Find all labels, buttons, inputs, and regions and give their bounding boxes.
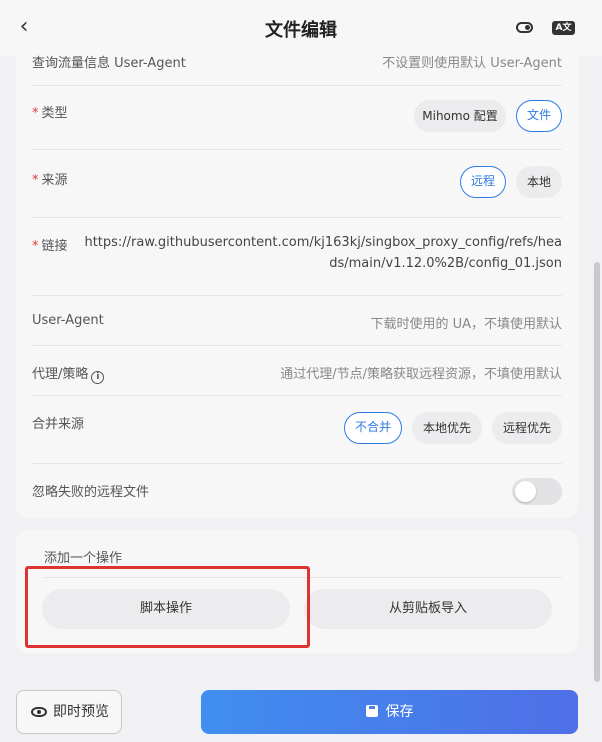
save-label: 保存	[385, 704, 414, 720]
top-bar: ‹ 文件编辑 A文	[0, 0, 602, 56]
source-option-remote[interactable]: 远程	[460, 166, 506, 198]
preview-button[interactable]: 即时预览	[16, 690, 122, 734]
scrollbar[interactable]	[594, 262, 600, 682]
eye-icon	[31, 707, 47, 717]
ignore-failed-switch[interactable]	[512, 478, 562, 505]
clipboard-import-button[interactable]: 从剪贴板导入	[304, 589, 552, 629]
query-ua-row[interactable]: 查询流量信息 User-Agent 不设置则使用默认 User-Agent	[32, 56, 562, 86]
toggle-icon[interactable]	[516, 22, 533, 33]
merge-row: 合并来源 不合并 本地优先 远程优先	[32, 396, 562, 464]
proxy-label: 代理/策略 i	[32, 363, 105, 384]
actions-title: 添加一个操作	[44, 551, 123, 566]
user-agent-label: User-Agent	[32, 313, 104, 328]
link-input[interactable]: https://raw.githubusercontent.com/kj163k…	[80, 232, 562, 274]
type-option-file[interactable]: 文件	[516, 100, 562, 132]
link-row[interactable]: * 链接 https://raw.githubusercontent.com/kj…	[32, 218, 562, 296]
proxy-input[interactable]: 通过代理/节点/策略获取远程资源，不填使用默认	[280, 363, 562, 382]
save-icon	[365, 705, 378, 717]
merge-option-none[interactable]: 不合并	[344, 412, 402, 444]
ignore-failed-row: 忽略失败的远程文件	[32, 464, 562, 518]
proxy-label-text: 代理/策略	[32, 367, 89, 382]
page-title: 文件编辑	[265, 20, 337, 41]
type-row: * 类型 Mihomo 配置 文件	[32, 86, 562, 150]
link-label-text: 链接	[41, 239, 68, 254]
preview-label: 即时预览	[53, 704, 109, 720]
query-ua-value[interactable]: 不设置则使用默认 User-Agent	[382, 52, 562, 71]
source-option-local[interactable]: 本地	[516, 166, 562, 198]
merge-option-remote-first[interactable]: 远程优先	[492, 412, 562, 444]
save-button[interactable]: 保存	[201, 690, 578, 734]
proxy-row[interactable]: 代理/策略 i 通过代理/节点/策略获取远程资源，不填使用默认	[32, 346, 562, 396]
type-label: * 类型	[32, 102, 68, 121]
highlight-box	[25, 566, 310, 648]
form-card: 查询流量信息 User-Agent 不设置则使用默认 User-Agent * 类…	[16, 56, 578, 518]
merge-option-local-first[interactable]: 本地优先	[412, 412, 482, 444]
ignore-failed-label: 忽略失败的远程文件	[32, 485, 150, 500]
merge-label: 合并来源	[32, 417, 85, 432]
info-icon[interactable]: i	[91, 371, 105, 384]
type-label-text: 类型	[41, 106, 68, 121]
source-row: * 来源 远程 本地	[32, 150, 562, 218]
type-option-mihomo[interactable]: Mihomo 配置	[414, 100, 506, 132]
user-agent-row[interactable]: User-Agent 下载时使用的 UA，不填使用默认	[32, 296, 562, 346]
user-agent-input[interactable]: 下载时使用的 UA，不填使用默认	[370, 313, 562, 332]
link-label: * 链接	[32, 235, 68, 254]
required-mark: *	[32, 239, 39, 254]
translate-icon[interactable]: A文	[552, 21, 575, 35]
query-ua-label: 查询流量信息 User-Agent	[32, 56, 186, 71]
required-mark: *	[32, 106, 39, 121]
source-label: * 来源	[32, 169, 68, 188]
required-mark: *	[32, 173, 39, 188]
source-label-text: 来源	[41, 173, 68, 188]
